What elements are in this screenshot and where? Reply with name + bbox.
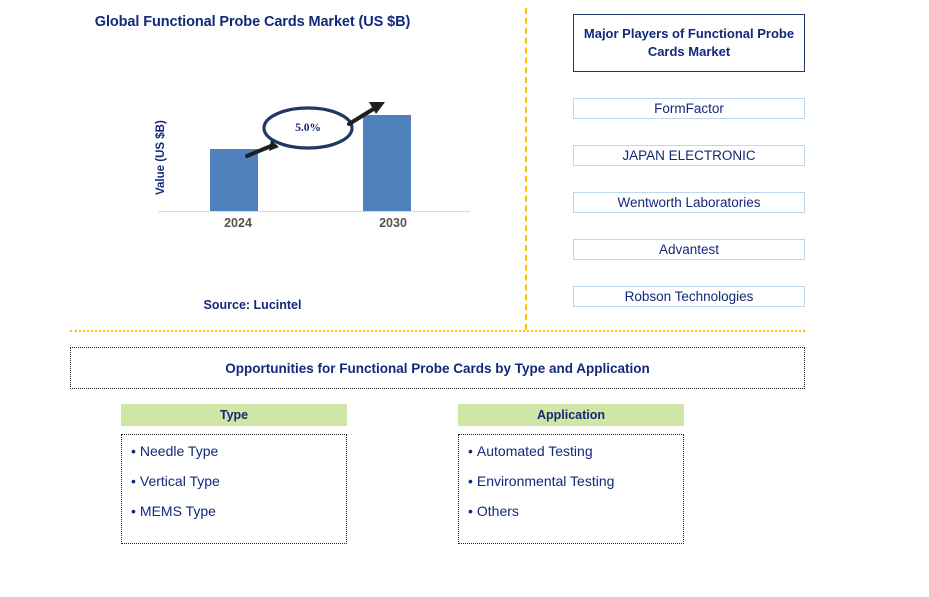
list-item: • Automated Testing xyxy=(468,444,683,458)
player-label: Wentworth Laboratories xyxy=(617,195,761,210)
chart-plot-area xyxy=(158,100,470,212)
bullet-icon: • xyxy=(468,443,473,459)
type-column-list: • Needle Type • Vertical Type • MEMS Type xyxy=(121,434,347,544)
player-item-robson-technologies: Robson Technologies xyxy=(573,286,805,307)
vertical-divider xyxy=(525,8,527,330)
bullet-icon: • xyxy=(131,473,136,489)
major-players-header: Major Players of Functional Probe Cards … xyxy=(573,14,805,72)
bar-2024 xyxy=(210,148,258,212)
player-label: FormFactor xyxy=(654,101,724,116)
infographic-page: Global Functional Probe Cards Market (US… xyxy=(0,0,929,597)
source-note: Source: Lucintel xyxy=(203,298,302,312)
bullet-icon: • xyxy=(468,503,473,519)
chart-title: Global Functional Probe Cards Market (US… xyxy=(94,14,411,30)
horizontal-divider xyxy=(70,330,805,332)
application-column-list: • Automated Testing • Environmental Testin… xyxy=(458,434,684,544)
list-item-label: Others xyxy=(476,503,519,519)
application-column-header: Application xyxy=(458,404,684,426)
bar-2030 xyxy=(363,114,411,212)
player-label: JAPAN ELECTRONIC xyxy=(622,148,756,163)
list-item-label: Vertical Type xyxy=(139,473,220,489)
major-players-panel: Major Players of Functional Probe Cards … xyxy=(573,14,805,307)
type-column-header: Type xyxy=(121,404,347,426)
player-item-advantest: Advantest xyxy=(573,239,805,260)
list-item-label: Environmental Testing xyxy=(476,473,615,489)
bullet-icon: • xyxy=(131,443,136,459)
list-item-label: Needle Type xyxy=(139,443,219,459)
player-item-japan-electronic: JAPAN ELECTRONIC xyxy=(573,145,805,166)
list-item: • Vertical Type xyxy=(131,474,346,488)
list-item: • MEMS Type xyxy=(131,504,346,518)
application-column: Application • Automated Testing • Environm… xyxy=(458,404,684,544)
player-item-wentworth-laboratories: Wentworth Laboratories xyxy=(573,192,805,213)
cagr-label: 5.0% xyxy=(295,122,321,134)
market-chart-panel: Global Functional Probe Cards Market (US… xyxy=(0,0,525,330)
list-item: • Needle Type xyxy=(131,444,346,458)
x-tick-2030: 2030 xyxy=(379,216,407,230)
list-item-label: MEMS Type xyxy=(139,503,216,519)
player-label: Robson Technologies xyxy=(624,289,754,304)
player-item-formfactor: FormFactor xyxy=(573,98,805,119)
opportunities-banner: Opportunities for Functional Probe Cards… xyxy=(70,347,805,389)
x-tick-2024: 2024 xyxy=(224,216,252,230)
list-item: • Environmental Testing xyxy=(468,474,683,488)
list-item-label: Automated Testing xyxy=(476,443,593,459)
bullet-icon: • xyxy=(468,473,473,489)
chart-x-axis-line xyxy=(158,211,470,212)
player-label: Advantest xyxy=(658,242,720,257)
bullet-icon: • xyxy=(131,503,136,519)
list-item: • Others xyxy=(468,504,683,518)
type-column: Type • Needle Type • Vertical Type • MEMS T… xyxy=(121,404,347,544)
